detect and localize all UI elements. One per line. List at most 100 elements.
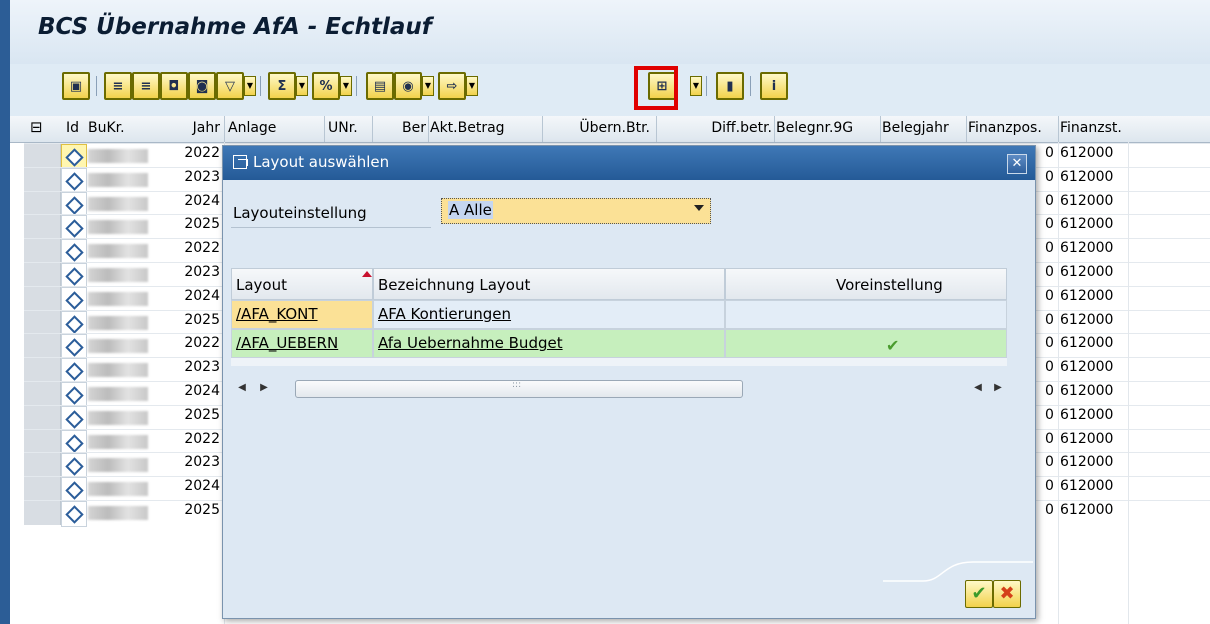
sum-dropdown-icon[interactable]: ▼ [296,76,308,96]
jahr-cell[interactable]: 2022 [170,335,220,351]
row-selector[interactable] [24,453,61,478]
bezeichnung-link[interactable]: Afa Uebernahme Budget [378,334,563,352]
col-belegnr[interactable]: Belegnr.9G [776,120,853,136]
scrollbar-thumb[interactable]: ::: [295,380,743,398]
finanzpos-cell[interactable]: 0 [1045,383,1054,399]
finanzst-cell[interactable]: 612000 [1060,169,1113,185]
finanzpos-cell[interactable]: 0 [1045,288,1054,304]
layout-cell[interactable]: /AFA_UEBERN [231,329,373,358]
jahr-cell[interactable]: 2023 [170,359,220,375]
col-finanzpos[interactable]: Finanzpos. [968,120,1042,136]
jahr-cell[interactable]: 2022 [170,431,220,447]
finanzst-cell[interactable]: 612000 [1060,288,1113,304]
bezeichnung-cell[interactable]: AFA Kontierungen [373,300,725,329]
finanzst-cell[interactable]: 612000 [1060,335,1113,351]
finanzst-cell[interactable]: 612000 [1060,240,1113,256]
layout-dropdown-icon[interactable]: ▼ [690,76,702,96]
bezeichnung-cell[interactable]: Afa Uebernahme Budget [373,329,725,358]
row-selector[interactable] [24,263,61,287]
row-selector[interactable] [24,358,61,383]
jahr-cell[interactable]: 2022 [170,240,220,256]
row-selector[interactable] [24,310,61,335]
finanzst-cell[interactable]: 612000 [1060,145,1113,161]
table-row[interactable]: /AFA_UEBERN Afa Uebernahme Budget ✔ [231,329,1007,358]
finanzpos-cell[interactable]: 0 [1045,431,1054,447]
col-layout[interactable]: Layout [231,268,373,300]
jahr-cell[interactable]: 2025 [170,407,220,423]
finanzst-cell[interactable]: 612000 [1060,407,1113,423]
jahr-cell[interactable]: 2024 [170,193,220,209]
finanzst-cell[interactable]: 612000 [1060,454,1113,470]
finanzpos-cell[interactable]: 0 [1045,454,1054,470]
finanzpos-cell[interactable]: 0 [1045,312,1054,328]
row-selector[interactable] [24,215,61,240]
finanzst-cell[interactable]: 612000 [1060,264,1113,280]
row-selector[interactable] [24,477,61,502]
row-selector[interactable] [24,334,61,359]
col-voreinstellung[interactable]: Voreinstellung [725,268,1007,300]
finanzst-cell[interactable]: 612000 [1060,359,1113,375]
row-selector[interactable] [24,286,61,311]
col-bukr[interactable]: BuKr. [88,120,125,136]
finanzst-cell[interactable]: 612000 [1060,312,1113,328]
jahr-cell[interactable]: 2024 [170,288,220,304]
export-dropdown-icon[interactable]: ▼ [466,76,478,96]
scroll-left-icon[interactable]: ◀ [235,381,249,395]
finanzpos-cell[interactable]: 0 [1045,359,1054,375]
col-belegjahr[interactable]: Belegjahr [882,120,949,136]
col-unr[interactable]: UNr. [328,120,358,136]
row-selector[interactable] [24,405,61,430]
details-icon[interactable]: ▣ [62,72,90,100]
filter-dropdown-icon[interactable]: ▼ [244,76,256,96]
col-diff-betr[interactable]: Diff.betr. [660,120,772,136]
col-bezeichnung[interactable]: Bezeichnung Layout [373,268,725,300]
row-selector[interactable] [24,429,61,454]
graphic-icon[interactable]: ▮ [716,72,744,100]
jahr-cell[interactable]: 2024 [170,478,220,494]
col-uebern-btr[interactable]: Übern.Btr. [546,120,650,136]
scroll-right-icon[interactable]: ▶ [991,381,1005,395]
finanzpos-cell[interactable]: 0 [1045,335,1054,351]
col-anlage[interactable]: Anlage [228,120,276,136]
layout-link[interactable]: /AFA_KONT [236,305,318,323]
find-next-icon[interactable]: ◙ [188,72,216,100]
find-icon[interactable]: ◘ [160,72,188,100]
finanzst-cell[interactable]: 612000 [1060,431,1113,447]
col-ber[interactable]: Ber [376,120,426,136]
close-icon[interactable]: ✕ [1007,154,1027,174]
views-dropdown-icon[interactable]: ▼ [422,76,434,96]
finanzst-cell[interactable]: 612000 [1060,478,1113,494]
scroll-right-icon[interactable]: ▶ [257,381,271,395]
cancel-button[interactable]: ✖ [993,580,1021,608]
finanzpos-cell[interactable]: 0 [1045,478,1054,494]
layout-setting-select[interactable]: A Alle [441,198,711,224]
sum-icon[interactable]: Σ [268,72,296,100]
finanzst-cell[interactable]: 612000 [1060,383,1113,399]
row-selector[interactable] [24,239,61,264]
subtotal-icon[interactable]: % [312,72,340,100]
sort-asc-icon[interactable]: ≡ [104,72,132,100]
jahr-cell[interactable]: 2023 [170,169,220,185]
row-selector[interactable] [24,501,61,525]
col-akt-betrag[interactable]: Akt.Betrag [430,120,505,136]
col-finanzst[interactable]: Finanzst. [1060,120,1122,136]
subtotal-dropdown-icon[interactable]: ▼ [340,76,352,96]
layout-link[interactable]: /AFA_UEBERN [236,334,338,352]
row-selector[interactable] [24,191,61,216]
finanzpos-cell[interactable]: 0 [1045,407,1054,423]
finanzst-cell[interactable]: 612000 [1060,216,1113,232]
select-all-icon[interactable]: ⊟ [30,118,43,136]
table-row[interactable]: /AFA_KONT AFA Kontierungen [231,300,1007,329]
finanzst-cell[interactable]: 612000 [1060,193,1113,209]
views-icon[interactable]: ◉ [394,72,422,100]
jahr-cell[interactable]: 2025 [170,502,220,518]
row-selector[interactable] [24,382,61,406]
print-icon[interactable]: ▤ [366,72,394,100]
finanzpos-cell[interactable]: 0 [1045,240,1054,256]
confirm-button[interactable]: ✔ [965,580,993,608]
jahr-cell[interactable]: 2023 [170,264,220,280]
jahr-cell[interactable]: 2023 [170,454,220,470]
jahr-cell[interactable]: 2025 [170,312,220,328]
export-icon[interactable]: ⇨ [438,72,466,100]
layout-cell[interactable]: /AFA_KONT [231,300,373,329]
